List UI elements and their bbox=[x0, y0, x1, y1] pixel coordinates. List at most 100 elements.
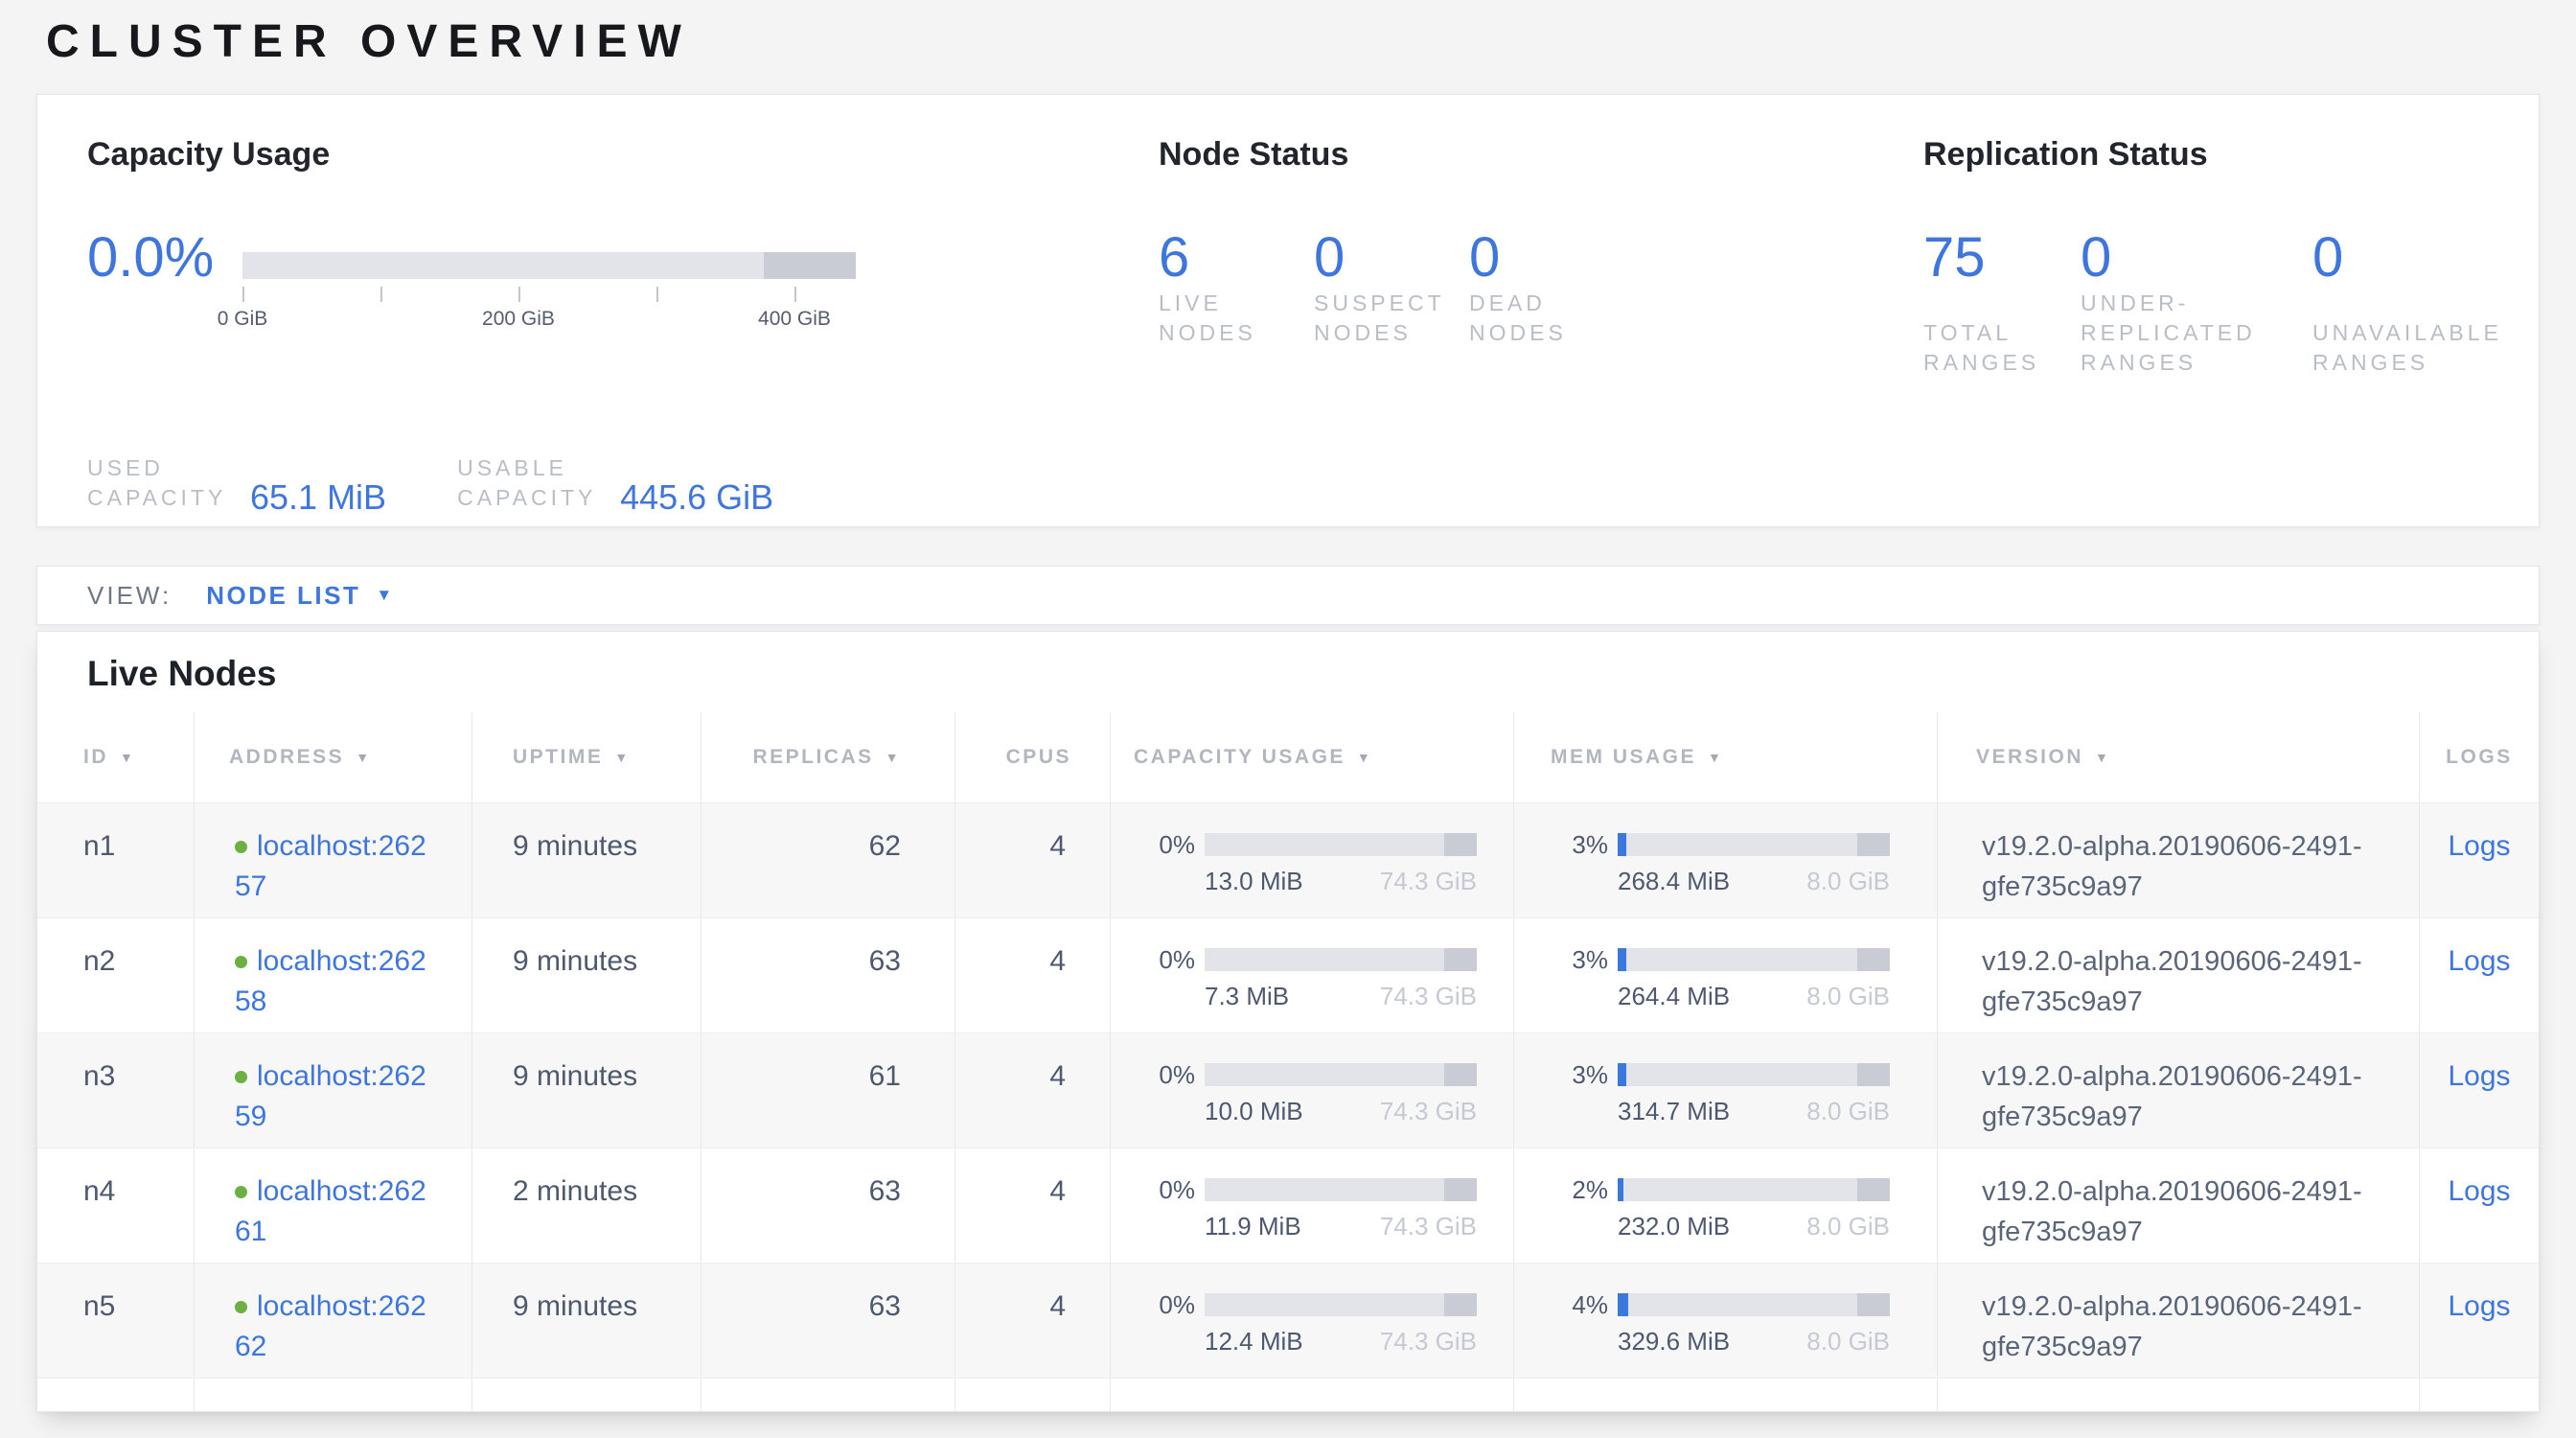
capacity-percent: 0% bbox=[1136, 832, 1195, 857]
capacity-usage-bar bbox=[1205, 833, 1477, 856]
capacity-usage-title: Capacity Usage bbox=[87, 133, 1159, 175]
cell-node-address: localhost:26258 bbox=[194, 918, 472, 1032]
mem-percent: 3% bbox=[1549, 1062, 1608, 1087]
stat: 0SUSPECT NODES bbox=[1314, 227, 1469, 348]
cell-version: v19.2.0-alpha.20190606-2491-gfe735c9a97 bbox=[1937, 1033, 2419, 1148]
sort-icon: ▼ bbox=[120, 750, 135, 765]
table-row: n5 localhost:26262 9 minutes 63 4 0% 12.… bbox=[37, 1264, 2539, 1379]
view-label: VIEW: bbox=[87, 581, 172, 611]
cell-node-address: localhost:26261 bbox=[194, 1148, 472, 1263]
mem-bar-tail bbox=[1857, 1178, 1890, 1201]
table-header: ID▼ ADDRESS▼ UPTIME▼ REPLICAS▼ CPUS CAPA… bbox=[37, 712, 2539, 803]
table-row-partial bbox=[37, 1379, 2539, 1411]
mem-bar-tail bbox=[1857, 948, 1890, 971]
stat-value: 0 bbox=[1314, 227, 1469, 289]
node-live-icon bbox=[235, 1301, 247, 1313]
column-header-replicas[interactable]: REPLICAS▼ bbox=[701, 712, 954, 802]
table-row: n2 localhost:26258 9 minutes 63 4 0% 7.3… bbox=[37, 918, 2539, 1033]
logs-link[interactable]: Logs bbox=[2448, 945, 2510, 977]
cell-uptime: 9 minutes bbox=[472, 1264, 701, 1378]
logs-link[interactable]: Logs bbox=[2448, 1060, 2510, 1092]
mem-total-value: 8.0 GiB bbox=[1806, 1097, 1890, 1125]
column-header-capacity-usage[interactable]: CAPACITY USAGE▼ bbox=[1110, 712, 1513, 802]
table-row: n1 localhost:26257 9 minutes 62 4 0% 13.… bbox=[37, 803, 2539, 918]
cell-logs: Logs bbox=[2419, 803, 2539, 917]
live-nodes-card: Live Nodes ID▼ ADDRESS▼ UPTIME▼ REPLICAS… bbox=[36, 631, 2540, 1412]
mem-bar-tail bbox=[1857, 833, 1890, 856]
axis-tick-label: 200 GiB bbox=[482, 308, 555, 331]
mem-bar-tail bbox=[1857, 1063, 1890, 1086]
mem-used-value: 264.4 MiB bbox=[1618, 982, 1730, 1010]
node-address-link[interactable]: localhost:26259 bbox=[235, 1060, 426, 1132]
mem-percent: 3% bbox=[1549, 832, 1608, 857]
mem-bar-fill bbox=[1618, 948, 1626, 971]
cell-node-id: n2 bbox=[37, 918, 194, 1032]
used-capacity-value: 65.1 MiB bbox=[250, 481, 386, 513]
mem-usage-bar bbox=[1618, 1063, 1890, 1086]
node-live-icon bbox=[235, 1186, 247, 1198]
usable-capacity-label: USABLE CAPACITY bbox=[457, 453, 620, 513]
node-address-link[interactable]: localhost:26261 bbox=[235, 1175, 426, 1247]
capacity-usage-bar bbox=[1205, 1178, 1477, 1201]
logs-link[interactable]: Logs bbox=[2448, 1175, 2510, 1207]
usable-capacity-stat: USABLE CAPACITY 445.6 GiB bbox=[457, 453, 773, 513]
mem-usage-bar bbox=[1618, 1293, 1890, 1316]
usable-capacity-value: 445.6 GiB bbox=[620, 481, 773, 513]
cell-cpus: 4 bbox=[954, 1148, 1110, 1263]
column-header-id[interactable]: ID▼ bbox=[37, 712, 194, 802]
replication-status-title: Replication Status bbox=[1923, 133, 2539, 175]
logs-link[interactable]: Logs bbox=[2448, 830, 2510, 862]
capacity-used-value: 11.9 MiB bbox=[1205, 1212, 1301, 1241]
capacity-percent: 0% bbox=[1136, 1292, 1195, 1317]
mem-bar-fill bbox=[1618, 1063, 1626, 1086]
axis-tick-label: 0 GiB bbox=[218, 308, 268, 331]
mem-usage-bar bbox=[1618, 833, 1890, 856]
stat: 0UNDER- REPLICATED RANGES bbox=[2081, 227, 2312, 378]
axis-tick bbox=[380, 287, 382, 302]
capacity-bar-tail bbox=[1444, 1178, 1477, 1201]
mem-bar-fill bbox=[1618, 1178, 1623, 1201]
cell-version: v19.2.0-alpha.20190606-2491-gfe735c9a97 bbox=[1937, 1148, 2419, 1263]
capacity-total-value: 74.3 GiB bbox=[1380, 982, 1477, 1010]
stat: 6LIVE NODES bbox=[1159, 227, 1314, 348]
column-header-uptime[interactable]: UPTIME▼ bbox=[472, 712, 701, 802]
cell-cpus: 4 bbox=[954, 1264, 1110, 1378]
cell-cpus: 4 bbox=[954, 803, 1110, 917]
sort-icon: ▼ bbox=[356, 750, 371, 765]
cell-logs: Logs bbox=[2419, 1033, 2539, 1148]
column-header-address[interactable]: ADDRESS▼ bbox=[194, 712, 472, 802]
chevron-down-icon: ▼ bbox=[376, 586, 394, 605]
cell-mem-usage: 3% 314.7 MiB 8.0 GiB bbox=[1513, 1033, 1937, 1148]
node-status-title: Node Status bbox=[1159, 133, 1923, 175]
cell-mem-usage: 4% 329.6 MiB 8.0 GiB bbox=[1513, 1264, 1937, 1378]
capacity-total-value: 74.3 GiB bbox=[1380, 1327, 1477, 1356]
node-address-link[interactable]: localhost:26257 bbox=[235, 830, 426, 902]
stat-value: 0 bbox=[2081, 227, 2312, 289]
capacity-percent: 0% bbox=[1136, 947, 1195, 972]
logs-link[interactable]: Logs bbox=[2448, 1290, 2510, 1322]
mem-bar-tail bbox=[1857, 1293, 1890, 1316]
mem-bar-fill bbox=[1618, 833, 1626, 856]
node-address-link[interactable]: localhost:26258 bbox=[235, 945, 426, 1017]
node-live-icon bbox=[235, 1071, 247, 1083]
node-address-link[interactable]: localhost:26262 bbox=[235, 1290, 426, 1362]
view-selector[interactable]: NODE LIST ▼ bbox=[206, 581, 395, 611]
mem-percent: 3% bbox=[1549, 947, 1608, 972]
cell-cpus: 4 bbox=[954, 918, 1110, 1032]
mem-total-value: 8.0 GiB bbox=[1806, 1327, 1890, 1356]
capacity-usage-bar bbox=[1205, 948, 1477, 971]
stat-value: 75 bbox=[1923, 227, 2081, 289]
table-row: n3 localhost:26259 9 minutes 61 4 0% 10.… bbox=[37, 1033, 2539, 1148]
page-title: CLUSTER OVERVIEW bbox=[46, 15, 692, 68]
cell-logs: Logs bbox=[2419, 918, 2539, 1032]
mem-percent: 2% bbox=[1549, 1177, 1608, 1202]
cell-version: v19.2.0-alpha.20190606-2491-gfe735c9a97 bbox=[1937, 918, 2419, 1032]
column-header-version[interactable]: VERSION▼ bbox=[1937, 712, 2419, 802]
cell-node-id: n4 bbox=[37, 1148, 194, 1263]
capacity-total-value: 74.3 GiB bbox=[1380, 1212, 1477, 1241]
overview-card: Capacity Usage 0.0% 0 GiB200 GiB400 GiB … bbox=[36, 94, 2540, 527]
column-header-mem-usage[interactable]: MEM USAGE▼ bbox=[1513, 712, 1937, 802]
sort-icon: ▼ bbox=[2095, 750, 2110, 765]
stat-label: LIVE NODES bbox=[1159, 289, 1314, 348]
cell-uptime: 9 minutes bbox=[472, 918, 701, 1032]
